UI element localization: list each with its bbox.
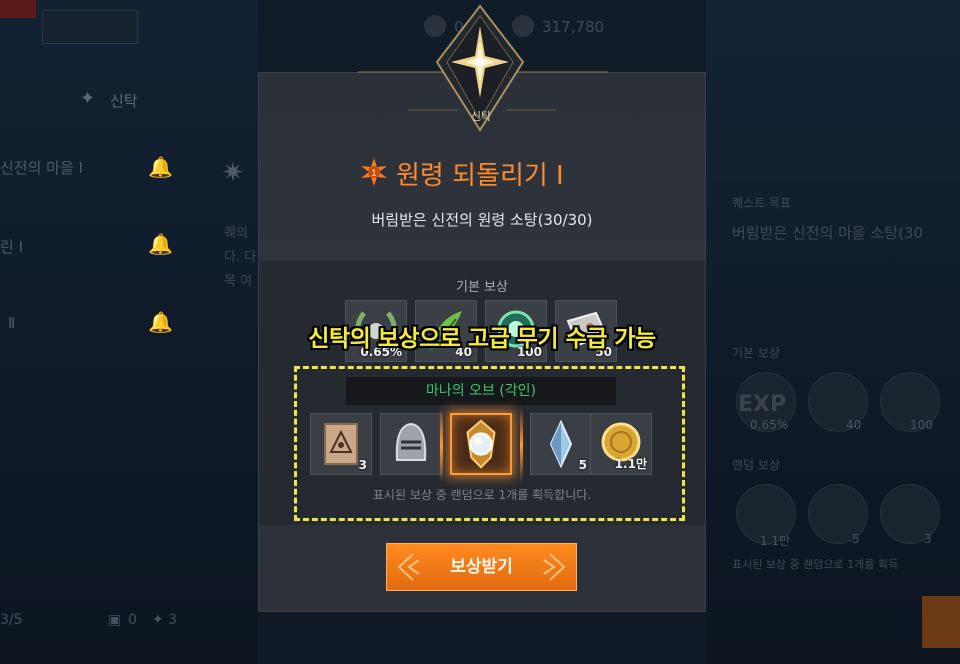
exp-icon: EXP [738,392,787,417]
overlay-caption: 신탁의 보상으로 고급 무기 수급 가능 [308,326,656,352]
note-count: 0 [128,612,137,628]
reward-value: 3 [924,532,932,546]
svg-text:1: 1 [371,169,377,179]
quest-list-item[interactable]: Ⅱ [8,314,15,332]
emblem-label: 신탁 [470,110,492,123]
reward-value: 5 [852,532,860,546]
basic-reward-label: 기본 보상 [732,346,780,360]
tab-oracle[interactable]: 신탁 [110,90,138,111]
star-icon: ✦ [152,612,164,628]
quest-goal-label: 퀘스트 목표 [732,196,792,210]
quest-badge-icon: 1 [361,158,387,186]
status-icons [42,10,138,44]
reward-value: 100 [910,418,933,432]
reward-value: 0.65% [750,418,789,432]
star-count: 3 [168,612,177,628]
random-hint-fragment: 표시된 보상 중 랜덤으로 1개를 획득 [732,558,899,571]
quest-goal-text: 버림받은 신전의 마을 소탕(30 [732,224,924,242]
claim-reward-button[interactable]: 보상받기 [386,543,577,591]
status-badge [0,0,36,18]
note-icon: ▣ [108,612,122,628]
bell-icon[interactable]: 🔔 [148,232,173,256]
reward-value: 40 [846,418,862,432]
quest-list-item[interactable]: 린 Ⅰ [0,236,23,257]
bell-icon[interactable]: 🔔 [148,155,173,179]
oracle-star-icon: ✦ [80,88,96,109]
background-button-edge [922,596,960,648]
random-reward-label: 랜덤 보상 [732,458,780,472]
bell-icon[interactable]: 🔔 [148,310,173,334]
quest-text-fragment: 퀘의 [224,226,248,241]
quest-title: 원령 되돌리기 Ⅰ [396,161,564,191]
quest-list-item[interactable]: 신전의 마을 Ⅰ [0,157,83,178]
page-indicator: 3/5 [0,612,23,628]
quest-text-fragment: 다. 다 [224,250,257,265]
quest-text-fragment: 목 여 [224,274,253,289]
quest-subtitle: 버림받은 신전의 원령 소탕(30/30) [371,211,593,229]
basic-reward-label: 기본 보상 [456,280,508,295]
highlight-dashed-box [294,366,685,521]
reward-value: 1.1만 [760,534,791,548]
compass-star-icon: ✷ [222,158,244,188]
button-decor-icon [543,553,566,581]
